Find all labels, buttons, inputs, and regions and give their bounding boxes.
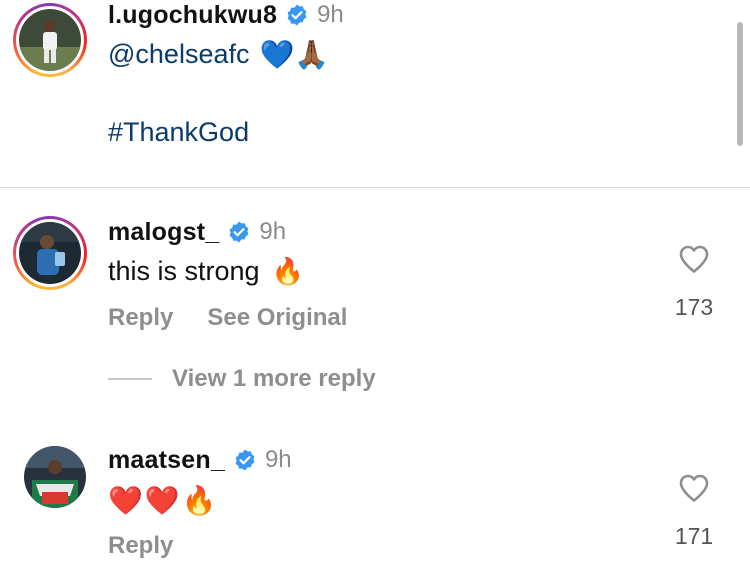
- comment-emoji: 🔥: [271, 255, 304, 286]
- post-author-avatar[interactable]: [13, 3, 87, 77]
- comment-avatar[interactable]: [24, 446, 86, 508]
- post-header: l.ugochukwu8 9h: [108, 0, 344, 30]
- post-caption-line1: @chelseafc 💙🙏🏾: [108, 36, 329, 72]
- post-emojis: 💙🙏🏾: [259, 38, 330, 70]
- caption-divider: [0, 187, 750, 188]
- like-count: 173: [674, 294, 714, 320]
- like-button[interactable]: [678, 244, 710, 274]
- hashtag-link[interactable]: #ThankGod: [108, 117, 249, 148]
- comment-emoji: ❤️❤️🔥: [108, 484, 219, 516]
- see-original-button[interactable]: See Original: [207, 304, 347, 332]
- comment-text: this is strong: [108, 255, 260, 286]
- like-count: 171: [674, 523, 714, 549]
- comment-avatar[interactable]: [13, 216, 87, 290]
- comment-text-row: ❤️❤️🔥: [108, 482, 219, 518]
- like-button[interactable]: [678, 473, 710, 503]
- post-author-username[interactable]: l.ugochukwu8: [108, 1, 277, 30]
- post-time: 9h: [317, 1, 344, 28]
- comment-username[interactable]: malogst_: [108, 218, 219, 247]
- scrollbar[interactable]: [737, 22, 743, 146]
- comment-time: 9h: [259, 218, 287, 245]
- reply-button[interactable]: Reply: [108, 304, 173, 332]
- view-more-replies-button[interactable]: View 1 more reply: [172, 365, 376, 393]
- reply-thread-line: [108, 378, 152, 380]
- verified-badge-icon: [287, 4, 307, 26]
- heart-outline-icon: [679, 245, 709, 273]
- reply-button[interactable]: Reply: [108, 532, 173, 560]
- comment-actions: Reply: [108, 532, 173, 560]
- comment-time: 9h: [264, 446, 292, 473]
- comment-header: maatsen_ 9h: [108, 445, 292, 475]
- heart-outline-icon: [679, 474, 709, 502]
- mention-link[interactable]: @chelseafc: [108, 39, 249, 70]
- verified-badge-icon: [235, 449, 255, 471]
- comment-text-row: this is strong 🔥: [108, 253, 304, 289]
- verified-badge-icon: [229, 221, 249, 243]
- view-replies-row[interactable]: View 1 more reply: [108, 365, 376, 393]
- comment-header: malogst_ 9h: [108, 217, 286, 247]
- comment-username[interactable]: maatsen_: [108, 446, 225, 475]
- comment-actions: Reply See Original: [108, 304, 347, 332]
